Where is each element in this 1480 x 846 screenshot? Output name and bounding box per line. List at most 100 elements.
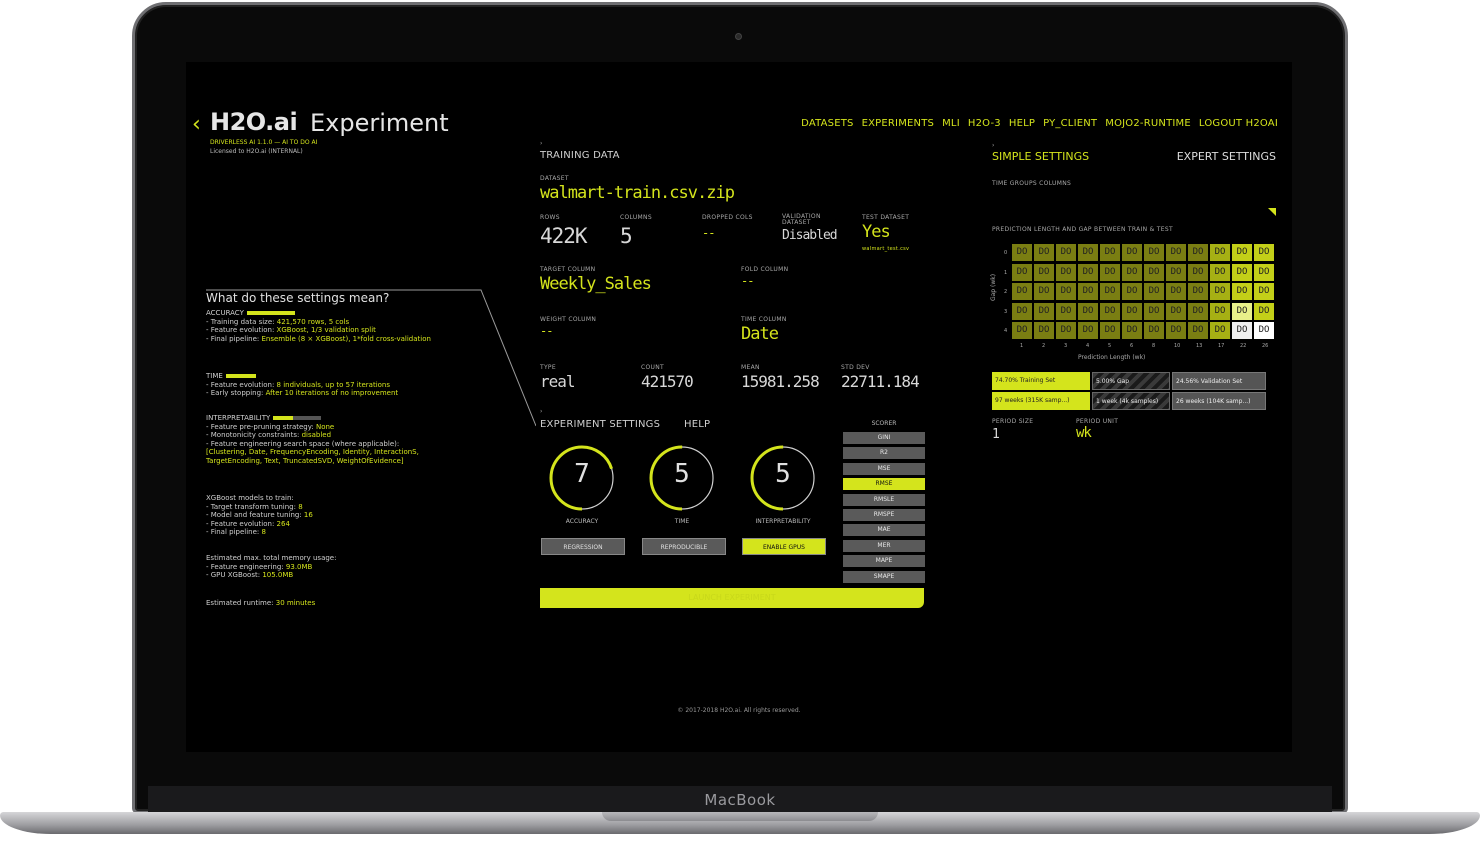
- tab-expert-settings[interactable]: EXPERT SETTINGS: [1177, 150, 1276, 163]
- scorer-option-rmspe[interactable]: RMSPE: [843, 509, 925, 521]
- validation-value[interactable]: Disabled: [782, 228, 838, 243]
- dropped-value[interactable]: --: [702, 226, 715, 240]
- accuracy-dial[interactable]: 7: [547, 443, 617, 513]
- regression-toggle[interactable]: REGRESSION: [541, 538, 625, 555]
- period-unit-value[interactable]: wk: [1076, 425, 1092, 441]
- scorer-option-mse[interactable]: MSE: [843, 462, 925, 475]
- heatmap-cell[interactable]: DO: [1012, 302, 1032, 320]
- target-value[interactable]: Weekly_Sales: [540, 274, 652, 294]
- heatmap-cell[interactable]: DO: [1210, 322, 1230, 339]
- timecol-value[interactable]: Date: [741, 324, 779, 344]
- heatmap-cell[interactable]: DO: [1144, 322, 1164, 339]
- scorer-option-rmse[interactable]: RMSE: [843, 478, 925, 491]
- heatmap-cell[interactable]: DO: [1012, 263, 1032, 281]
- heatmap-cell[interactable]: DO: [1056, 244, 1076, 261]
- nav-item-help[interactable]: HELP: [1009, 118, 1035, 129]
- heatmap-cell[interactable]: DO: [1166, 244, 1186, 261]
- heatmap-cell[interactable]: DO: [1056, 283, 1076, 300]
- heatmap-cell[interactable]: DO: [1056, 302, 1076, 320]
- heatmap-cell[interactable]: DO: [1166, 263, 1186, 281]
- heatmap-cell[interactable]: DO: [1232, 244, 1252, 261]
- gap-segment[interactable]: 5.00% Gap: [1092, 372, 1170, 390]
- heatmap-cell[interactable]: DO: [1012, 283, 1032, 300]
- nav-item-h2o-3[interactable]: H2O-3: [968, 118, 1001, 129]
- heatmap-cell[interactable]: DO: [1144, 283, 1164, 300]
- heatmap-cell[interactable]: DO: [1232, 263, 1252, 281]
- heatmap-cell[interactable]: DO: [1034, 263, 1054, 281]
- heatmap-cell[interactable]: DO: [1144, 263, 1164, 281]
- training-set-segment[interactable]: 97 weeks (315K samp...): [992, 392, 1090, 410]
- scorer-option-mape[interactable]: MAPE: [843, 555, 925, 568]
- fold-value[interactable]: --: [741, 274, 754, 288]
- heatmap-cell[interactable]: DO: [1056, 322, 1076, 339]
- enable-gpus-toggle[interactable]: ENABLE GPUS: [742, 538, 826, 555]
- heatmap-cell[interactable]: DO: [1078, 302, 1098, 320]
- scorer-option-r2[interactable]: R2: [843, 447, 925, 460]
- heatmap-cell[interactable]: DO: [1254, 263, 1274, 281]
- interpretability-dial[interactable]: 5: [748, 443, 818, 513]
- heatmap-cell[interactable]: DO: [1100, 322, 1120, 339]
- nav-item-mli[interactable]: MLI: [942, 118, 960, 129]
- heatmap-cell[interactable]: DO: [1078, 322, 1098, 339]
- heatmap-cell[interactable]: DO: [1210, 283, 1230, 300]
- heatmap-cell[interactable]: DO: [1166, 302, 1186, 320]
- heatmap-cell[interactable]: DO: [1210, 302, 1230, 320]
- heatmap-cell[interactable]: DO: [1078, 283, 1098, 300]
- heatmap-cell[interactable]: DO: [1100, 244, 1120, 261]
- brand-logo[interactable]: H2O.ai: [210, 108, 298, 136]
- scorer-option-rmsle[interactable]: RMSLE: [843, 493, 925, 506]
- validation-set-segment[interactable]: 24.56% Validation Set: [1172, 372, 1266, 390]
- heatmap-cell[interactable]: DO: [1078, 263, 1098, 281]
- heatmap-cell[interactable]: DO: [1056, 263, 1076, 281]
- heatmap-cell[interactable]: DO: [1210, 244, 1230, 261]
- back-chevron-icon[interactable]: ‹: [192, 112, 201, 137]
- tab-simple-settings[interactable]: SIMPLE SETTINGS: [992, 150, 1089, 163]
- training-set-segment[interactable]: 74.70% Training Set: [992, 372, 1090, 390]
- heatmap-cell[interactable]: DO: [1012, 322, 1032, 339]
- scorer-option-gini[interactable]: GINI: [843, 432, 925, 444]
- heatmap-cell[interactable]: DO: [1232, 322, 1252, 339]
- nav-item-py-client[interactable]: PY_CLIENT: [1043, 118, 1097, 129]
- heatmap-cell[interactable]: DO: [1122, 302, 1142, 320]
- scorer-option-mer[interactable]: MER: [843, 539, 925, 552]
- heatmap-cell[interactable]: DO: [1034, 283, 1054, 300]
- weight-value[interactable]: --: [540, 324, 553, 338]
- heatmap-cell[interactable]: DO: [1012, 244, 1032, 261]
- heatmap-cell[interactable]: DO: [1188, 244, 1208, 261]
- heatmap-cell[interactable]: DO: [1188, 263, 1208, 281]
- heatmap-cell[interactable]: DO: [1122, 263, 1142, 281]
- heatmap-cell[interactable]: DO: [1254, 283, 1274, 300]
- heatmap-cell[interactable]: DO: [1034, 322, 1054, 339]
- heatmap-cell[interactable]: DO: [1122, 244, 1142, 261]
- heatmap-cell[interactable]: DO: [1100, 263, 1120, 281]
- heatmap-cell[interactable]: DO: [1210, 263, 1230, 281]
- heatmap-cell[interactable]: DO: [1254, 302, 1274, 320]
- heatmap-cell[interactable]: DO: [1078, 244, 1098, 261]
- heatmap-cell[interactable]: DO: [1166, 283, 1186, 300]
- heatmap-cell[interactable]: DO: [1100, 302, 1120, 320]
- heatmap-cell[interactable]: DO: [1232, 283, 1252, 300]
- heatmap-cell[interactable]: DO: [1166, 322, 1186, 339]
- heatmap-cell[interactable]: DO: [1188, 322, 1208, 339]
- heatmap-cell[interactable]: DO: [1122, 322, 1142, 339]
- heatmap-cell[interactable]: DO: [1122, 283, 1142, 300]
- heatmap-cell[interactable]: DO: [1100, 283, 1120, 300]
- heatmap-cell[interactable]: DO: [1254, 244, 1274, 261]
- gap-segment[interactable]: 1 week (4k samples): [1092, 392, 1170, 410]
- scorer-option-smape[interactable]: SMAPE: [843, 570, 925, 583]
- test-value[interactable]: Yes: [862, 222, 891, 242]
- nav-item-datasets[interactable]: DATASETS: [801, 118, 853, 129]
- dataset-name[interactable]: walmart-train.csv.zip: [540, 183, 735, 203]
- time-dial[interactable]: 5: [647, 443, 717, 513]
- heatmap-cell[interactable]: DO: [1188, 302, 1208, 320]
- heatmap-cell[interactable]: DO: [1188, 283, 1208, 300]
- heatmap-cell[interactable]: DO: [1144, 302, 1164, 320]
- heatmap-cell[interactable]: DO: [1034, 302, 1054, 320]
- period-size-value[interactable]: 1: [992, 427, 1000, 442]
- nav-item-experiments[interactable]: EXPERIMENTS: [862, 118, 935, 129]
- settings-help-link[interactable]: HELP: [684, 419, 710, 430]
- nav-item-logout-h2oai[interactable]: LOGOUT H2OAI: [1199, 118, 1278, 129]
- heatmap-cell[interactable]: DO: [1144, 244, 1164, 261]
- validation-set-segment[interactable]: 26 weeks (104K samp...): [1172, 392, 1266, 410]
- launch-experiment-button[interactable]: LAUNCH EXPERIMENT: [540, 588, 924, 608]
